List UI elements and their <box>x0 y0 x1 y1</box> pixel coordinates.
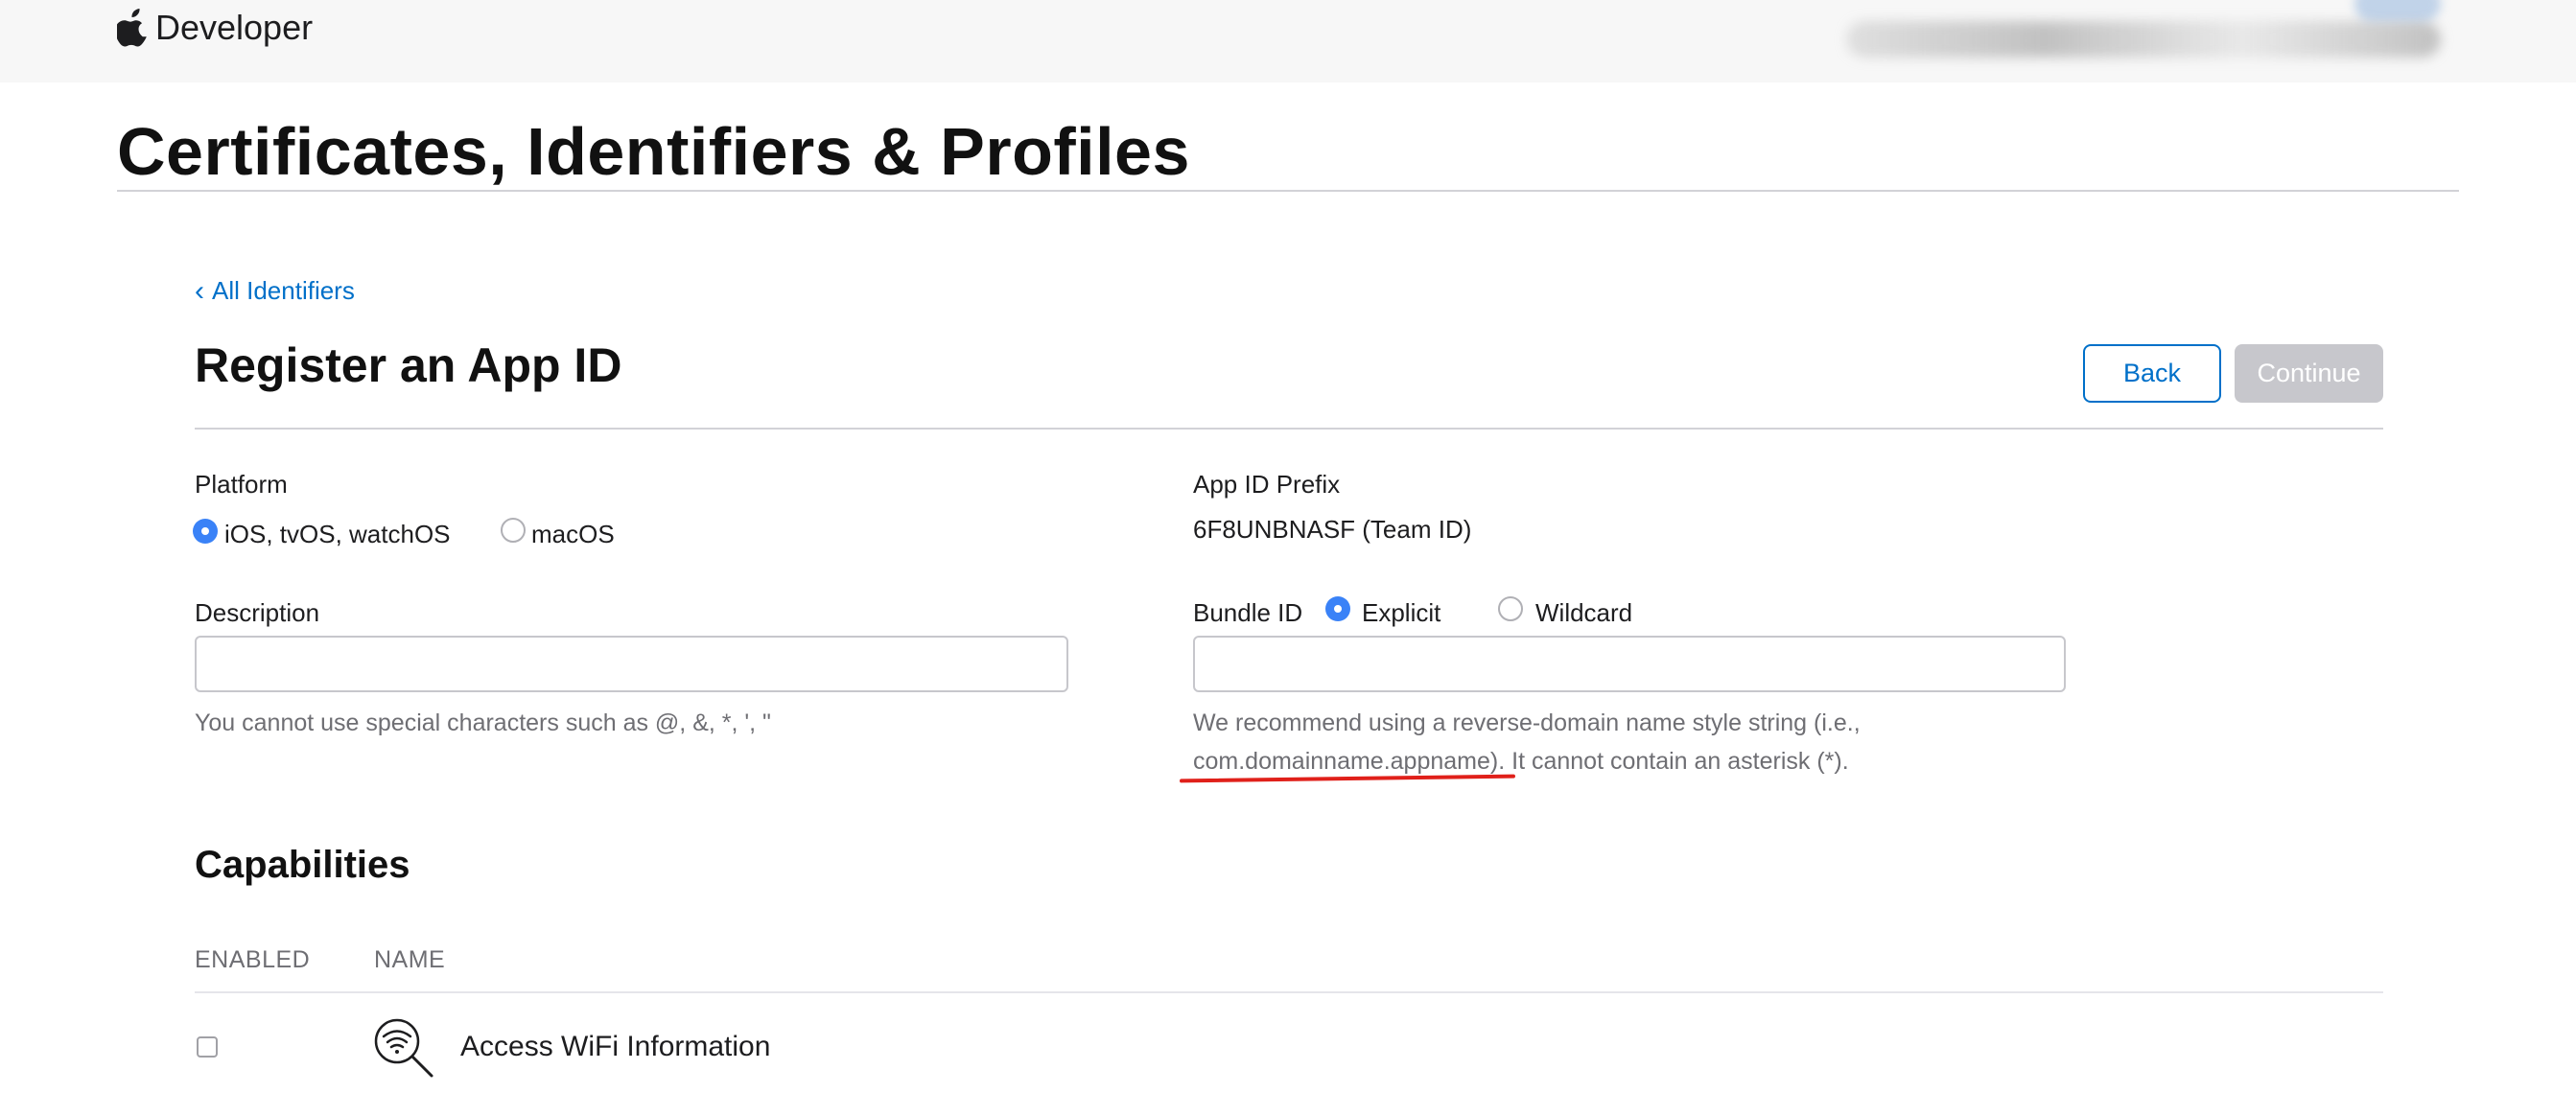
brand-label: Developer <box>155 8 314 47</box>
chevron-left-icon: ‹ <box>195 274 204 307</box>
description-help-text: You cannot use special characters such a… <box>195 709 771 736</box>
app-id-prefix-label: App ID Prefix <box>1193 470 1341 499</box>
all-identifiers-link[interactable]: ‹ All Identifiers <box>195 276 355 306</box>
account-avatar[interactable] <box>2354 0 2441 21</box>
capabilities-title: Capabilities <box>195 844 410 886</box>
bundle-wildcard-label[interactable]: Wildcard <box>1535 598 1632 628</box>
wifi-search-icon <box>374 1018 433 1078</box>
form-title: Register an App ID <box>195 338 622 392</box>
description-label: Description <box>195 598 320 627</box>
page-title: Certificates, Identifiers & Profiles <box>117 114 1190 189</box>
bundle-wildcard-radio[interactable] <box>1498 596 1523 621</box>
bundle-id-help-line-1: We recommend using a reverse-domain name… <box>1193 709 1861 736</box>
bundle-id-help-line-2: com.domainname.appname). It cannot conta… <box>1193 748 1849 775</box>
capabilities-header-divider <box>195 991 2383 993</box>
continue-button[interactable]: Continue <box>2235 344 2383 403</box>
form-divider <box>195 428 2383 430</box>
apple-logo-icon <box>117 9 147 47</box>
bundle-explicit-label[interactable]: Explicit <box>1362 598 1440 628</box>
all-identifiers-label: All Identifiers <box>212 276 355 305</box>
bundle-explicit-radio[interactable] <box>1325 596 1350 621</box>
bundle-id-field[interactable] <box>1193 636 2066 692</box>
capability-enabled-checkbox[interactable] <box>197 1036 218 1058</box>
enabled-column-header: ENABLED <box>195 946 311 973</box>
platform-ios-radio[interactable] <box>193 519 218 544</box>
app-id-prefix-value: 6F8UNBNASF (Team ID) <box>1193 515 1472 544</box>
top-nav-bar: Developer <box>0 0 2576 82</box>
description-field[interactable] <box>195 636 1068 692</box>
account-name-redacted[interactable] <box>1846 21 2441 58</box>
platform-macos-radio[interactable] <box>501 518 526 543</box>
bundle-id-label: Bundle ID <box>1193 598 1303 627</box>
platform-macos-label[interactable]: macOS <box>531 520 615 549</box>
developer-home-link[interactable]: Developer <box>117 8 313 48</box>
platform-label: Platform <box>195 470 288 499</box>
title-divider <box>117 190 2459 192</box>
back-button[interactable]: Back <box>2083 344 2221 403</box>
capability-name: Access WiFi Information <box>460 1031 771 1062</box>
platform-ios-label[interactable]: iOS, tvOS, watchOS <box>224 520 451 549</box>
name-column-header: NAME <box>374 946 446 973</box>
